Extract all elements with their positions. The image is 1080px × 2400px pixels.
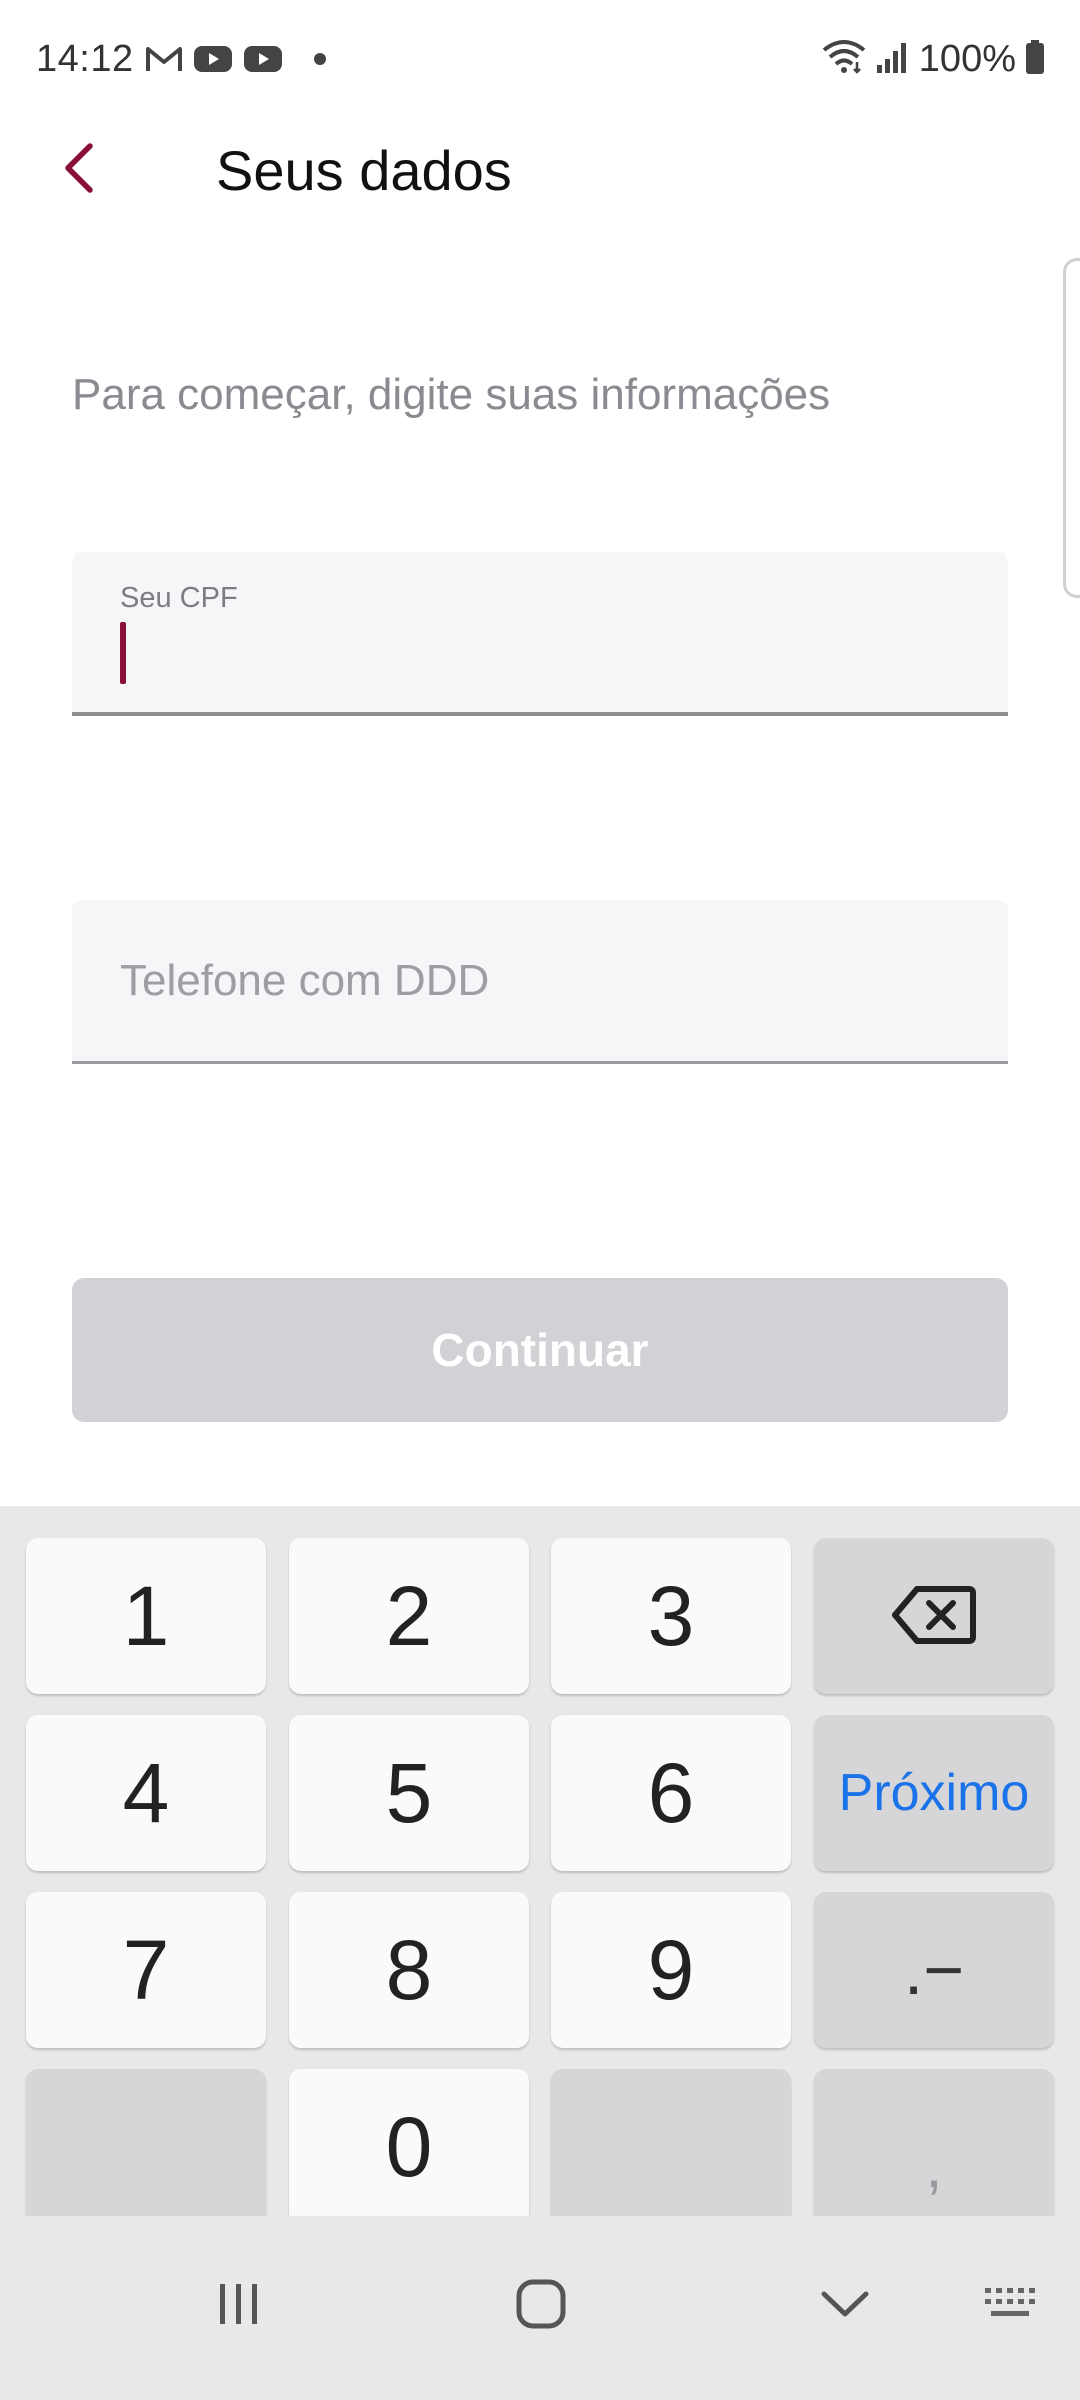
continue-button[interactable]: Continuar [72, 1278, 1008, 1422]
page-title: Seus dados [216, 139, 512, 202]
wifi-icon [821, 38, 867, 81]
home-button[interactable] [486, 2256, 596, 2356]
status-time: 14:12 [36, 38, 134, 80]
scroll-indicator [1063, 258, 1080, 598]
notification-icons [145, 44, 327, 79]
chevron-left-icon [58, 140, 102, 201]
youtube-icon [243, 44, 283, 79]
next-key[interactable]: Próximo [814, 1715, 1054, 1871]
empty-key-left [26, 2069, 266, 2225]
punctuation-key[interactable]: .− [814, 1892, 1054, 2048]
comma-key[interactable]: , [814, 2069, 1054, 2225]
back-down-icon [819, 2286, 871, 2327]
key-8[interactable]: 8 [289, 1892, 529, 2048]
empty-key-right [551, 2069, 791, 2225]
youtube-icon [193, 44, 233, 79]
key-4[interactable]: 4 [26, 1715, 266, 1871]
key-3[interactable]: 3 [551, 1538, 791, 1694]
key-1[interactable]: 1 [26, 1538, 266, 1694]
dot-icon [313, 52, 327, 71]
numeric-keyboard: 1 2 3 4 5 6 Próximo 7 8 9 .− 0 , [0, 1506, 1080, 2225]
battery-percentage: 100% [918, 38, 1016, 80]
home-icon [515, 2278, 567, 2335]
backspace-key[interactable] [814, 1538, 1054, 1694]
status-bar: 14:12 100% [0, 0, 1080, 122]
backspace-icon [891, 1568, 977, 1665]
key-9[interactable]: 9 [551, 1892, 791, 2048]
keyboard-switch-icon [983, 2284, 1043, 2329]
key-2[interactable]: 2 [289, 1538, 529, 1694]
hide-keyboard-button[interactable] [790, 2256, 900, 2356]
text-cursor [120, 622, 126, 684]
cpf-field-label: Seu CPF [120, 582, 238, 614]
gmail-icon [145, 44, 183, 79]
recents-icon [214, 2279, 264, 2334]
key-5[interactable]: 5 [289, 1715, 529, 1871]
key-6[interactable]: 6 [551, 1715, 791, 1871]
key-0[interactable]: 0 [289, 2069, 529, 2225]
phone-field[interactable]: Telefone com DDD [72, 900, 1008, 1064]
system-icons: 100% [821, 38, 1046, 81]
back-button[interactable] [40, 130, 120, 210]
keyboard-switch-button[interactable] [958, 2256, 1068, 2356]
phone-field-placeholder: Telefone com DDD [120, 956, 490, 1005]
recents-button[interactable] [184, 2256, 294, 2356]
battery-icon [1024, 39, 1046, 80]
signal-icon [875, 39, 911, 80]
navigation-bar [0, 2216, 1080, 2400]
form-subtitle: Para começar, digite suas informações [72, 370, 831, 419]
cpf-field[interactable]: Seu CPF [72, 552, 1008, 716]
key-7[interactable]: 7 [26, 1892, 266, 2048]
